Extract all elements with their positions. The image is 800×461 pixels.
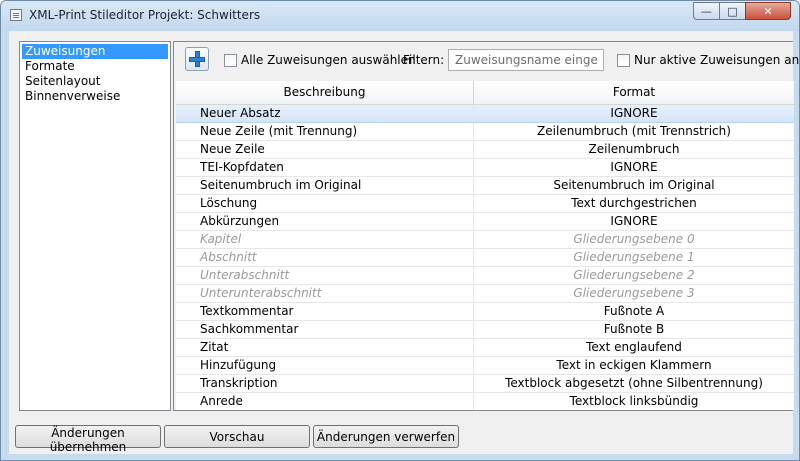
table-row[interactable]: Anrede Textblock linksbündig bbox=[176, 393, 794, 410]
nav-item-binnenverweise[interactable]: Binnenverweise bbox=[22, 89, 168, 104]
row-format: Textblock abgesetzt (ohne Silbentrennung… bbox=[505, 376, 763, 390]
row-description: Zitat bbox=[176, 339, 474, 356]
category-list: Zuweisungen Formate Seitenlayout Binnenv… bbox=[19, 41, 171, 411]
table-row[interactable]: Sachkommentar Fußnote B bbox=[176, 321, 794, 339]
table-row[interactable]: Neue Zeile (mit Trennung) Zeilenumbruch (… bbox=[176, 123, 794, 141]
row-description: Neue Zeile (mit Trennung) bbox=[176, 123, 474, 140]
maximize-button[interactable]: □ bbox=[719, 2, 746, 20]
apply-changes-button[interactable]: Änderungen übernehmen bbox=[15, 425, 161, 454]
table-row[interactable]: Unterabschnitt Gliederungsebene 2 bbox=[176, 267, 794, 285]
row-format: Fußnote A bbox=[603, 304, 665, 318]
row-format: Text durchgestrichen bbox=[571, 196, 697, 210]
row-description: Abkürzungen bbox=[176, 213, 474, 230]
row-format: Gliederungsebene 3 bbox=[573, 286, 695, 300]
nav-item-label: Binnenverweise bbox=[25, 89, 121, 103]
column-header-format[interactable]: Format bbox=[474, 81, 794, 104]
table-row[interactable]: Transkription Textblock abgesetzt (ohne S… bbox=[176, 375, 794, 393]
assignments-table: Beschreibung Format Neuer Absatz IGNORE Ne… bbox=[176, 81, 794, 410]
row-description: Abschnitt bbox=[176, 249, 474, 266]
row-format: IGNORE bbox=[610, 106, 658, 120]
nav-item-label: Zuweisungen bbox=[25, 44, 106, 58]
close-icon: ✕ bbox=[763, 4, 773, 18]
table-row[interactable]: Neue Zeile Zeilenumbruch bbox=[176, 141, 794, 159]
table-header: Beschreibung Format bbox=[176, 81, 794, 105]
row-format: Gliederungsebene 1 bbox=[573, 250, 695, 264]
add-assignment-button[interactable] bbox=[185, 47, 209, 71]
select-all-checkbox[interactable] bbox=[224, 54, 237, 67]
row-format: Text in eckigen Klammern bbox=[556, 358, 712, 372]
editor-window: XML-Print Stileditor Projekt: Schwitters… bbox=[0, 0, 800, 461]
table-row[interactable]: Abkürzungen IGNORE bbox=[176, 213, 794, 231]
table-row[interactable]: Seitenumbruch im Original Seitenumbruch i… bbox=[176, 177, 794, 195]
row-description: Kapitel bbox=[176, 231, 474, 248]
table-row[interactable]: Abschnitt Gliederungsebene 1 bbox=[176, 249, 794, 267]
row-description: Anrede bbox=[176, 393, 474, 410]
client-area: Zuweisungen Formate Seitenlayout Binnenv… bbox=[9, 31, 799, 454]
row-description: Löschung bbox=[176, 195, 474, 212]
row-description: Unterunterabschnitt bbox=[176, 285, 474, 302]
row-description: TEI-Kopfdaten bbox=[176, 159, 474, 176]
row-format: Text englaufend bbox=[586, 340, 682, 354]
filter-label: Filtern: bbox=[403, 53, 445, 67]
row-format: Fußnote B bbox=[603, 322, 665, 336]
row-format: Gliederungsebene 2 bbox=[573, 268, 695, 282]
row-description: Unterabschnitt bbox=[176, 267, 474, 284]
row-format: Zeilenumbruch (mit Trennstrich) bbox=[537, 124, 731, 138]
row-format: Textblock linksbündig bbox=[569, 394, 699, 408]
nav-item-zuweisungen[interactable]: Zuweisungen bbox=[22, 44, 168, 59]
close-button[interactable]: ✕ bbox=[745, 2, 791, 20]
row-format: Gliederungsebene 0 bbox=[573, 232, 695, 246]
table-row[interactable]: Hinzufügung Text in eckigen Klammern bbox=[176, 357, 794, 375]
title-bar[interactable]: XML-Print Stileditor Projekt: Schwitters… bbox=[1, 1, 799, 31]
select-all-label: Alle Zuweisungen auswählen bbox=[241, 53, 416, 67]
assignments-panel: Alle Zuweisungen auswählen Filtern: Nur … bbox=[173, 41, 799, 411]
table-row[interactable]: Löschung Text durchgestrichen bbox=[176, 195, 794, 213]
row-format: IGNORE bbox=[610, 214, 658, 228]
row-description: Hinzufügung bbox=[176, 357, 474, 374]
nav-item-formate[interactable]: Formate bbox=[22, 59, 168, 74]
table-row[interactable]: Unterunterabschnitt Gliederungsebene 3 bbox=[176, 285, 794, 303]
table-row[interactable]: Neuer Absatz IGNORE bbox=[176, 105, 794, 123]
preview-button[interactable]: Vorschau bbox=[164, 425, 310, 448]
table-row[interactable]: Textkommentar Fußnote A bbox=[176, 303, 794, 321]
column-header-beschreibung[interactable]: Beschreibung bbox=[176, 81, 474, 104]
window-title: XML-Print Stileditor Projekt: Schwitters bbox=[29, 8, 261, 22]
active-only-checkbox[interactable] bbox=[617, 54, 630, 67]
app-icon bbox=[10, 9, 22, 21]
row-format: Seitenumbruch im Original bbox=[553, 178, 715, 192]
table-row[interactable]: Kapitel Gliederungsebene 0 bbox=[176, 231, 794, 249]
discard-changes-button[interactable]: Änderungen verwerfen bbox=[313, 425, 459, 448]
row-description: Textkommentar bbox=[176, 303, 474, 320]
row-format: Zeilenumbruch bbox=[588, 142, 680, 156]
minimize-icon: — bbox=[701, 4, 712, 18]
maximize-icon: □ bbox=[727, 4, 738, 18]
row-description: Neue Zeile bbox=[176, 141, 474, 158]
table-row[interactable]: Zitat Text englaufend bbox=[176, 339, 794, 357]
table-row[interactable]: TEI-Kopfdaten IGNORE bbox=[176, 159, 794, 177]
nav-item-seitenlayout[interactable]: Seitenlayout bbox=[22, 74, 168, 89]
nav-item-label: Formate bbox=[25, 59, 75, 73]
row-description: Transkription bbox=[176, 375, 474, 392]
row-description: Seitenumbruch im Original bbox=[176, 177, 474, 194]
nav-item-label: Seitenlayout bbox=[25, 74, 101, 88]
row-format: IGNORE bbox=[610, 160, 658, 174]
row-description: Neuer Absatz bbox=[176, 105, 474, 122]
active-only-label: Nur aktive Zuweisungen anz bbox=[634, 53, 800, 67]
minimize-button[interactable]: — bbox=[693, 2, 720, 20]
toolbar: Alle Zuweisungen auswählen Filtern: Nur … bbox=[174, 42, 799, 78]
row-description: Sachkommentar bbox=[176, 321, 474, 338]
filter-input[interactable] bbox=[448, 49, 604, 71]
